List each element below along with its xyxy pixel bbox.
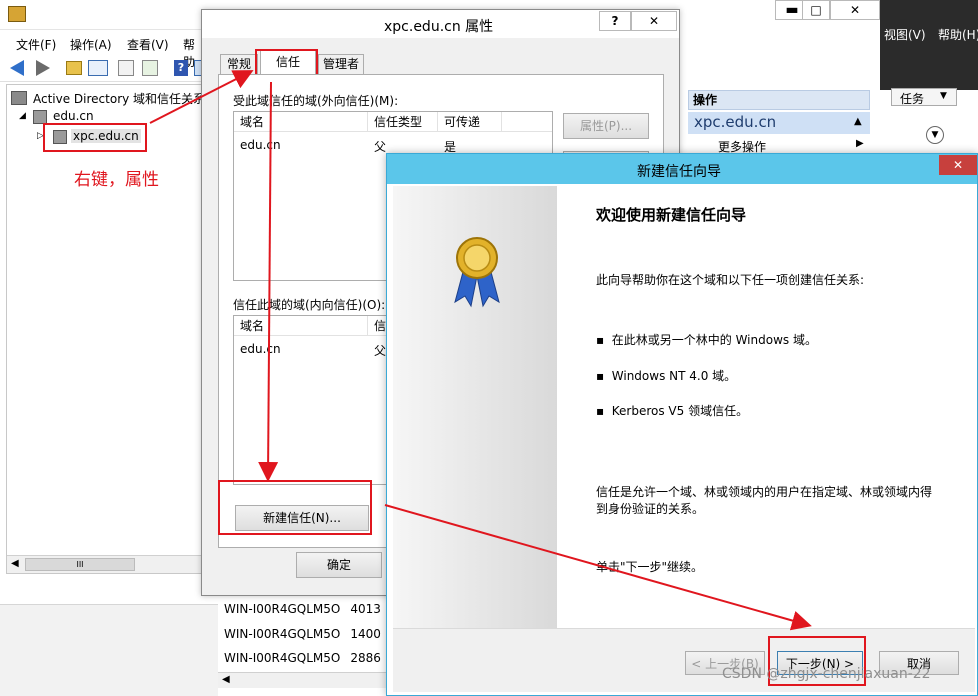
list-item[interactable]: WIN-I00R4GQLM5O 1400 <box>224 627 381 641</box>
bottom-gray-strip <box>0 604 218 696</box>
list-item-name: WIN-I00R4GQLM5O <box>224 602 341 616</box>
table-row[interactable]: edu.cn 父 <box>234 340 386 358</box>
close-window-button[interactable]: ✕ <box>830 0 880 20</box>
list-scroll-left-icon[interactable]: ◀ <box>222 674 230 685</box>
wizard-titlebar: 新建信任向导 ✕ <box>387 154 977 184</box>
actions-pane: 操作 xpc.edu.cn ▲ 更多操作 ▶ <box>680 84 880 164</box>
wizard-close-button[interactable]: ✕ <box>939 155 977 175</box>
outgoing-properties-button[interactable]: 属性(P)... <box>563 113 649 139</box>
computer-list: WIN-I00R4GQLM5O 4013 WIN-I00R4GQLM5O 1400 … <box>218 600 388 692</box>
actions-section-label: xpc.edu.cn <box>694 113 777 131</box>
forward-arrow-icon[interactable] <box>36 60 50 76</box>
incoming-header: 域名 信 <box>234 316 386 336</box>
wizard-continue-hint: 单击"下一步"继续。 <box>596 560 704 574</box>
actions-header: 操作 <box>688 90 870 110</box>
in-col-type[interactable]: 信 <box>368 316 386 336</box>
mmc-titlebar-right: ▬ □ ✕ <box>680 0 880 24</box>
domain-icon <box>33 110 47 124</box>
row-domain: edu.cn <box>240 138 281 152</box>
col-type[interactable]: 信任类型 <box>368 112 438 132</box>
tree-scrollbar[interactable]: ◀ III <box>7 555 203 573</box>
col-domain[interactable]: 域名 <box>234 112 368 132</box>
bullet-text: 在此林或另一个林中的 Windows 域。 <box>611 333 817 347</box>
menu-file[interactable]: 文件(F) <box>16 36 56 53</box>
scroll-grip: III <box>76 560 84 569</box>
new-trust-wizard: 新建信任向导 ✕ 欢迎使用新建信任向导 此向导帮助你在这个域和以下任一项创建信任… <box>386 153 978 696</box>
toolbar: ? <box>0 56 205 82</box>
list-scrollbar[interactable]: ◀ <box>218 672 388 688</box>
row-type: 父 <box>374 140 387 154</box>
list-item-num: 2886 <box>350 651 381 665</box>
annotation-box-domain <box>43 123 147 152</box>
mmc-titlebar <box>0 0 205 30</box>
list-item[interactable]: WIN-I00R4GQLM5O 2886 <box>224 651 381 665</box>
in-col-domain[interactable]: 域名 <box>234 316 368 336</box>
scroll-left-icon[interactable]: ◀ <box>11 558 19 569</box>
wizard-footer: < 上一步(B) 下一步(N) > 取消 <box>393 628 975 692</box>
collapse-icon[interactable]: ▲ <box>854 116 862 127</box>
task-dropdown[interactable]: 任务 ▼ <box>891 88 957 106</box>
annotation-text: 右键，属性 <box>74 170 159 190</box>
list-item: ▪ 在此林或另一个林中的 Windows 域。 <box>596 333 817 347</box>
wizard-description: 信任是允许一个域、林或领域内的用户在指定域、林或领域内得到身份验证的关系。 <box>596 485 933 516</box>
task-label: 任务 <box>900 92 925 106</box>
outgoing-header: 域名 信任类型 可传递 <box>234 112 552 132</box>
close-button[interactable]: ✕ <box>631 11 677 31</box>
more-actions-arrow-icon: ▶ <box>856 138 864 149</box>
menu-bar: 文件(F) 操作(A) 查看(V) 帮助 <box>0 32 205 69</box>
folder-up-icon[interactable] <box>66 61 82 75</box>
tab-general[interactable]: 常规 <box>220 54 258 74</box>
list-item[interactable]: WIN-I00R4GQLM5O 4013 <box>224 602 381 616</box>
list-item-name: WIN-I00R4GQLM5O <box>224 627 341 641</box>
properties-icon[interactable] <box>118 60 134 76</box>
tree-domain[interactable]: edu.cn <box>53 109 94 123</box>
list-item: ▪ Windows NT 4.0 域。 <box>596 369 737 383</box>
annotation-box-new-trust <box>218 480 372 535</box>
incoming-label: 信任此域的域(内向信任)(O): <box>233 298 386 312</box>
chevron-down-icon: ▼ <box>940 91 947 101</box>
mmc-dark-strip <box>880 0 978 90</box>
scroll-thumb[interactable]: III <box>25 558 135 571</box>
list-item-num: 1400 <box>350 627 381 641</box>
wizard-intro: 此向导帮助你在这个域和以下任一项创建信任关系: <box>596 273 865 287</box>
menu-view[interactable]: 视图(V) <box>884 26 926 43</box>
help-icon[interactable]: ? <box>174 60 188 76</box>
export-icon[interactable] <box>142 60 158 76</box>
incoming-list[interactable]: 域名 信 edu.cn 父 <box>233 315 387 485</box>
menu-action[interactable]: 操作(A) <box>70 36 112 53</box>
list-item-num: 4013 <box>350 602 381 616</box>
tree-root[interactable]: Active Directory 域和信任关系 <box>33 90 205 107</box>
in-row-domain: edu.cn <box>240 342 281 356</box>
watermark: CSDN @zhgjx-chenjiaxuan-22 <box>722 666 931 682</box>
menu-view-left[interactable]: 查看(V) <box>127 36 169 53</box>
wizard-title: 新建信任向导 <box>637 164 721 180</box>
list-item: ▪ Kerberos V5 领域信任。 <box>596 404 749 418</box>
maximize-button[interactable]: □ <box>802 0 830 20</box>
properties-titlebar: xpc.edu.cn 属性 ? ✕ <box>202 10 679 38</box>
bullet-text: Kerberos V5 领域信任。 <box>611 404 749 418</box>
menu-help[interactable]: 帮助(H) <box>938 26 978 43</box>
list-item-name: WIN-I00R4GQLM5O <box>224 651 341 665</box>
app-icon <box>8 6 26 22</box>
back-arrow-icon[interactable] <box>10 60 24 76</box>
wizard-heading: 欢迎使用新建信任向导 <box>596 206 747 224</box>
tree-root-icon <box>11 91 27 105</box>
help-button[interactable]: ? <box>599 11 631 31</box>
wizard-side-panel <box>393 186 557 628</box>
console-tree-icon[interactable] <box>88 60 108 76</box>
certificate-ribbon-icon <box>454 237 500 308</box>
col-transitive[interactable]: 可传递 <box>438 112 502 132</box>
actions-section[interactable]: xpc.edu.cn ▲ <box>688 112 870 134</box>
tab-managed-by[interactable]: 管理者 <box>318 54 364 74</box>
ok-button[interactable]: 确定 <box>296 552 382 578</box>
tree-expand-domain[interactable]: ◢ <box>19 111 26 121</box>
properties-title: xpc.edu.cn 属性 <box>384 19 494 35</box>
in-row-type: 父 <box>374 344 387 358</box>
table-row[interactable]: edu.cn 父 是 <box>234 136 552 154</box>
outgoing-label: 受此域信任的域(外向信任)(M): <box>233 94 399 108</box>
bullet-text: Windows NT 4.0 域。 <box>611 369 737 383</box>
tree-pane: Active Directory 域和信任关系 ◢ edu.cn ▷ xpc.e… <box>6 84 205 574</box>
expand-circle-icon[interactable]: ▼ <box>926 126 944 144</box>
